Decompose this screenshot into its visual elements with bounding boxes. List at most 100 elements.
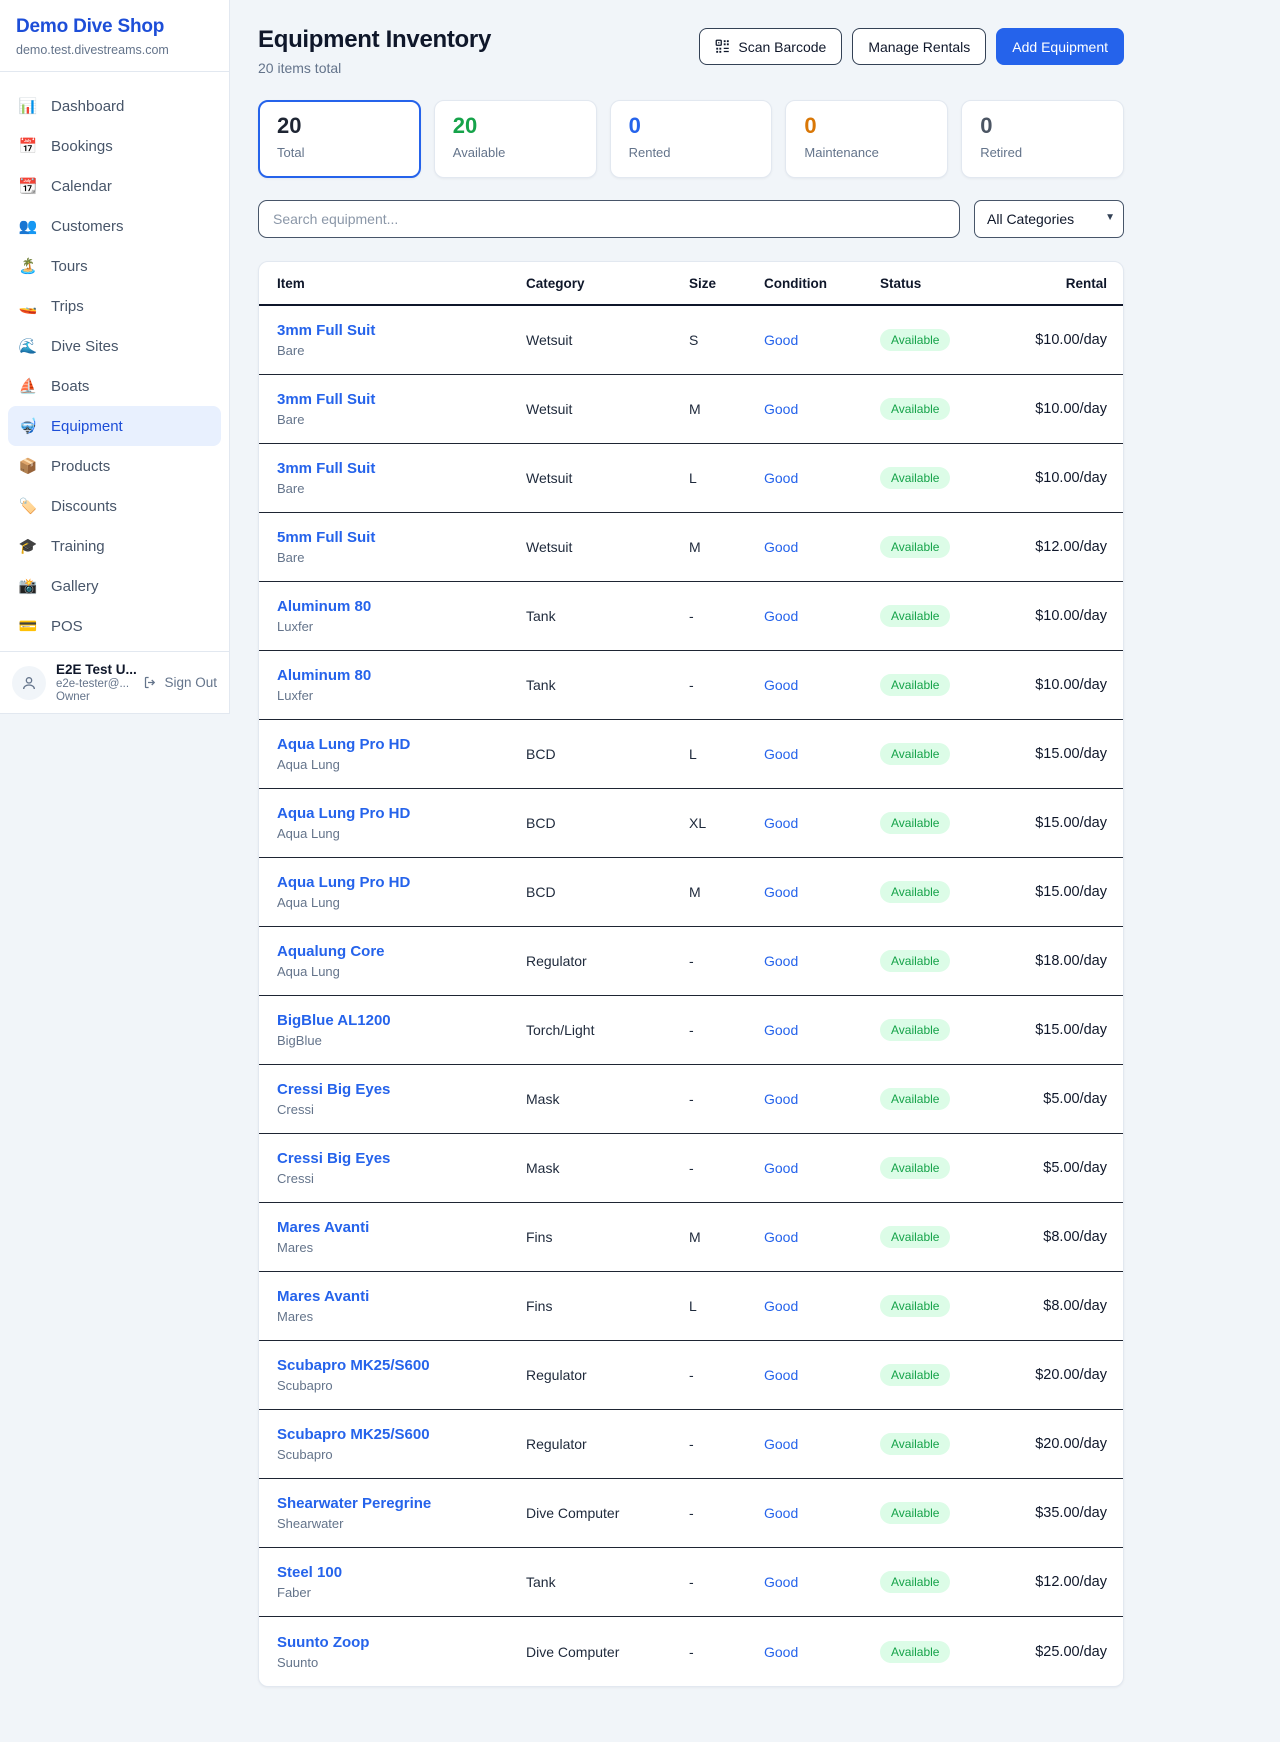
manage-rentals-button[interactable]: Manage Rentals: [852, 28, 986, 65]
item-name-link[interactable]: Scubapro MK25/S600: [277, 1357, 526, 1374]
column-header-rental: Rental: [1010, 276, 1107, 291]
item-condition-link[interactable]: Good: [764, 608, 880, 624]
stat-label: Rented: [629, 145, 754, 160]
item-condition-link[interactable]: Good: [764, 677, 880, 693]
item-category: BCD: [526, 746, 689, 762]
stat-card-total[interactable]: 20 Total: [258, 100, 421, 178]
sidebar-item-equipment[interactable]: 🤿 Equipment: [8, 406, 221, 446]
item-brand: Cressi: [277, 1171, 526, 1186]
item-category: Tank: [526, 1574, 689, 1590]
stat-card-rented[interactable]: 0 Rented: [610, 100, 773, 178]
sidebar-item-dive-sites[interactable]: 🌊 Dive Sites: [8, 326, 221, 366]
item-condition-link[interactable]: Good: [764, 1367, 880, 1383]
status-badge: Available: [880, 674, 950, 696]
sidebar-item-tours[interactable]: 🏝️ Tours: [8, 246, 221, 286]
sidebar-item-dashboard[interactable]: 📊 Dashboard: [8, 86, 221, 126]
status-badge: Available: [880, 1226, 950, 1248]
item-brand: Bare: [277, 481, 526, 496]
item-name-link[interactable]: Cressi Big Eyes: [277, 1150, 526, 1167]
item-brand: Bare: [277, 412, 526, 427]
item-condition-link[interactable]: Good: [764, 1574, 880, 1590]
item-condition-link[interactable]: Good: [764, 332, 880, 348]
table-row: Mares Avanti Mares Fins M Good Available…: [259, 1203, 1123, 1272]
item-name-link[interactable]: 5mm Full Suit: [277, 529, 526, 546]
item-condition-link[interactable]: Good: [764, 470, 880, 486]
sidebar-item-discounts[interactable]: 🏷️ Discounts: [8, 486, 221, 526]
sidebar-item-calendar[interactable]: 📆 Calendar: [8, 166, 221, 206]
item-rental-rate: $18.00/day: [1010, 953, 1107, 969]
item-condition-link[interactable]: Good: [764, 1160, 880, 1176]
item-name-link[interactable]: Suunto Zoop: [277, 1634, 526, 1651]
item-name-link[interactable]: Mares Avanti: [277, 1219, 526, 1236]
item-condition-link[interactable]: Good: [764, 1091, 880, 1107]
sidebar-item-gallery[interactable]: 📸 Gallery: [8, 566, 221, 606]
item-condition-link[interactable]: Good: [764, 953, 880, 969]
sign-out-label: Sign Out: [164, 675, 217, 690]
add-equipment-button[interactable]: Add Equipment: [996, 28, 1124, 65]
search-input[interactable]: [258, 200, 960, 238]
item-name-link[interactable]: 3mm Full Suit: [277, 391, 526, 408]
item-condition-link[interactable]: Good: [764, 1229, 880, 1245]
products-icon: 📦: [18, 457, 38, 475]
item-name-link[interactable]: BigBlue AL1200: [277, 1012, 526, 1029]
item-name-link[interactable]: Scubapro MK25/S600: [277, 1426, 526, 1443]
scan-barcode-button[interactable]: Scan Barcode: [699, 28, 842, 65]
item-size: XL: [689, 815, 764, 831]
gallery-icon: 📸: [18, 577, 38, 595]
training-icon: 🎓: [18, 537, 38, 555]
column-header-size: Size: [689, 276, 764, 291]
category-select[interactable]: All Categories: [974, 200, 1124, 238]
item-name-link[interactable]: 3mm Full Suit: [277, 460, 526, 477]
item-condition-link[interactable]: Good: [764, 401, 880, 417]
item-condition-link[interactable]: Good: [764, 1644, 880, 1660]
item-rental-rate: $5.00/day: [1010, 1091, 1107, 1107]
item-rental-rate: $12.00/day: [1010, 1574, 1107, 1590]
item-condition-link[interactable]: Good: [764, 1022, 880, 1038]
sidebar-item-pos[interactable]: 💳 POS: [8, 606, 221, 646]
sign-out-button[interactable]: Sign Out: [143, 675, 217, 690]
status-badge: Available: [880, 1019, 950, 1041]
item-category: Dive Computer: [526, 1505, 689, 1521]
stat-value: 20: [277, 114, 402, 138]
item-name-link[interactable]: Shearwater Peregrine: [277, 1495, 526, 1512]
sidebar-item-customers[interactable]: 👥 Customers: [8, 206, 221, 246]
add-equipment-label: Add Equipment: [1012, 39, 1108, 55]
item-category: Mask: [526, 1160, 689, 1176]
item-size: S: [689, 332, 764, 348]
table-body: 3mm Full Suit Bare Wetsuit S Good Availa…: [259, 306, 1123, 1686]
item-name-link[interactable]: Aqua Lung Pro HD: [277, 736, 526, 753]
item-category: BCD: [526, 884, 689, 900]
item-size: L: [689, 1298, 764, 1314]
brand-title[interactable]: Demo Dive Shop: [16, 16, 213, 38]
item-condition-link[interactable]: Good: [764, 1505, 880, 1521]
item-condition-link[interactable]: Good: [764, 1298, 880, 1314]
status-badge: Available: [880, 950, 950, 972]
item-condition-link[interactable]: Good: [764, 884, 880, 900]
sidebar-item-bookings[interactable]: 📅 Bookings: [8, 126, 221, 166]
stat-card-available[interactable]: 20 Available: [434, 100, 597, 178]
item-size: -: [689, 677, 764, 693]
item-name-link[interactable]: Steel 100: [277, 1564, 526, 1581]
item-condition-link[interactable]: Good: [764, 815, 880, 831]
item-name-link[interactable]: Aqualung Core: [277, 943, 526, 960]
item-name-link[interactable]: Aluminum 80: [277, 598, 526, 615]
sidebar-item-products[interactable]: 📦 Products: [8, 446, 221, 486]
sidebar-item-boats[interactable]: ⛵ Boats: [8, 366, 221, 406]
item-condition-link[interactable]: Good: [764, 539, 880, 555]
sidebar-item-training[interactable]: 🎓 Training: [8, 526, 221, 566]
item-name-link[interactable]: Aqua Lung Pro HD: [277, 874, 526, 891]
stat-card-retired[interactable]: 0 Retired: [961, 100, 1124, 178]
sidebar-item-trips[interactable]: 🚤 Trips: [8, 286, 221, 326]
item-rental-rate: $12.00/day: [1010, 539, 1107, 555]
item-name-link[interactable]: Aluminum 80: [277, 667, 526, 684]
item-condition-link[interactable]: Good: [764, 1436, 880, 1452]
item-name-link[interactable]: Mares Avanti: [277, 1288, 526, 1305]
item-name-link[interactable]: Cressi Big Eyes: [277, 1081, 526, 1098]
status-badge: Available: [880, 1088, 950, 1110]
item-size: -: [689, 1091, 764, 1107]
item-condition-link[interactable]: Good: [764, 746, 880, 762]
item-name-link[interactable]: Aqua Lung Pro HD: [277, 805, 526, 822]
table-row: 3mm Full Suit Bare Wetsuit L Good Availa…: [259, 444, 1123, 513]
stat-card-maintenance[interactable]: 0 Maintenance: [785, 100, 948, 178]
item-name-link[interactable]: 3mm Full Suit: [277, 322, 526, 339]
